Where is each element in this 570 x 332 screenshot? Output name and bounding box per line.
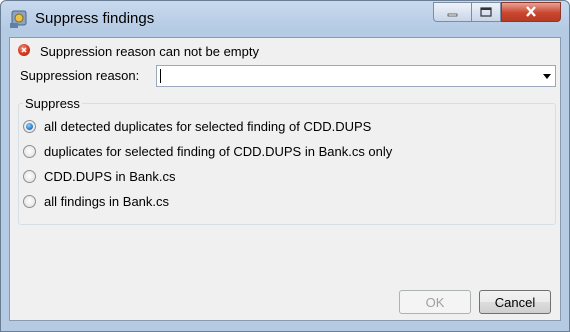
- ok-button[interactable]: OK: [399, 290, 471, 314]
- radio-option-label: CDD.DUPS in Bank.cs: [44, 168, 176, 184]
- dialog-content: Suppression reason can not be empty Supp…: [9, 37, 561, 321]
- cancel-button[interactable]: Cancel: [479, 290, 551, 314]
- radio-option-duplicates-in-file[interactable]: duplicates for selected finding of CDD.D…: [23, 142, 392, 160]
- suppression-reason-label: Suppression reason:: [20, 68, 140, 83]
- window-title: Suppress findings: [35, 10, 155, 27]
- title-bar[interactable]: Suppress findings: [1, 1, 569, 37]
- suppress-group: Suppress all detected duplicates for sel…: [18, 96, 556, 225]
- close-icon: [525, 5, 537, 20]
- error-message: Suppression reason can not be empty: [40, 44, 259, 59]
- suppression-reason-combobox[interactable]: [156, 65, 556, 87]
- radio-option-label: all findings in Bank.cs: [44, 193, 170, 209]
- radio-option-all-duplicates[interactable]: all detected duplicates for selected fin…: [23, 117, 371, 135]
- text-caret: [160, 69, 161, 83]
- minimize-button[interactable]: [433, 2, 471, 22]
- minimize-icon: [447, 5, 459, 20]
- maximize-icon: [480, 5, 492, 20]
- suppress-group-label: Suppress: [23, 96, 82, 111]
- radio-option-checker-in-file[interactable]: CDD.DUPS in Bank.cs: [23, 167, 175, 185]
- radio-button[interactable]: [23, 194, 36, 208]
- radio-button[interactable]: [23, 169, 36, 183]
- app-icon: [9, 7, 29, 29]
- radio-button[interactable]: [23, 144, 36, 158]
- radio-option-all-findings-in-file[interactable]: all findings in Bank.cs: [23, 192, 169, 210]
- maximize-button[interactable]: [471, 2, 501, 22]
- dropdown-arrow-icon[interactable]: [543, 74, 551, 79]
- error-icon: [18, 44, 30, 56]
- close-button[interactable]: [501, 2, 561, 22]
- radio-option-label: duplicates for selected finding of CDD.D…: [44, 143, 393, 159]
- radio-option-label: all detected duplicates for selected fin…: [44, 118, 372, 134]
- suppress-findings-dialog: Suppress findings Suppression reason can…: [0, 0, 570, 332]
- suppression-reason-input[interactable]: [159, 67, 533, 85]
- radio-button-selected[interactable]: [23, 119, 36, 133]
